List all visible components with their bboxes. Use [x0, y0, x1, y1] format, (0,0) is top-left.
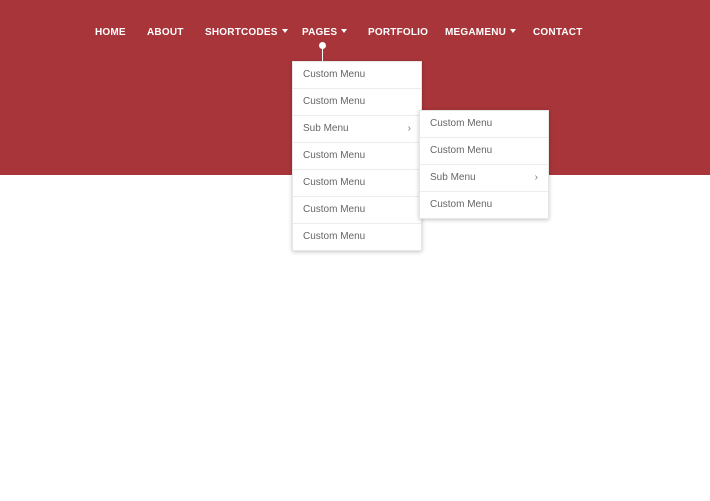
- submenu-item[interactable]: Custom Menu: [420, 192, 548, 218]
- dropdown-item[interactable]: Custom Menu: [293, 62, 421, 89]
- nav-item-shortcodes[interactable]: SHORTCODES: [205, 26, 288, 40]
- submenu-dropdown: Custom Menu Custom Menu Sub Menu › Custom…: [419, 110, 549, 219]
- dropdown-item-label: Custom Menu: [303, 69, 366, 80]
- nav-item-label: SHORTCODES: [205, 27, 278, 38]
- caret-down-icon: [510, 29, 517, 33]
- dropdown-item[interactable]: Custom Menu: [293, 170, 421, 197]
- dropdown-item-label: Custom Menu: [303, 231, 366, 242]
- dropdown-item[interactable]: Custom Menu: [293, 224, 421, 250]
- dropdown-item[interactable]: Custom Menu: [293, 89, 421, 116]
- caret-down-icon: [281, 29, 288, 33]
- main-nav: HOME ABOUT SHORTCODES PAGES PORTFOLIO ME…: [0, 0, 710, 64]
- submenu-item-label: Sub Menu: [430, 172, 476, 183]
- nav-item-label: PORTFOLIO: [368, 27, 429, 38]
- dropdown-item-label: Custom Menu: [303, 204, 366, 215]
- submenu-item[interactable]: Custom Menu: [420, 138, 548, 165]
- page: HOME ABOUT SHORTCODES PAGES PORTFOLIO ME…: [0, 0, 710, 501]
- dropdown-item-submenu[interactable]: Sub Menu ›: [293, 116, 421, 143]
- dropdown-item-label: Custom Menu: [303, 96, 366, 107]
- nav-item-home[interactable]: HOME: [95, 26, 126, 40]
- chevron-right-icon: ›: [407, 123, 411, 134]
- submenu-item-submenu[interactable]: Sub Menu ›: [420, 165, 548, 192]
- nav-item-label: MEGAMENU: [445, 27, 507, 38]
- nav-item-megamenu[interactable]: MEGAMENU: [445, 26, 517, 40]
- dropdown-item-label: Sub Menu: [303, 123, 349, 134]
- submenu-item-label: Custom Menu: [430, 145, 493, 156]
- dropdown-item-label: Custom Menu: [303, 177, 366, 188]
- active-indicator: [319, 42, 326, 62]
- nav-item-label: PAGES: [302, 27, 338, 38]
- chevron-right-icon: ›: [534, 172, 538, 183]
- indicator-stem: [322, 48, 323, 61]
- nav-item-label: HOME: [95, 27, 126, 38]
- dropdown-item[interactable]: Custom Menu: [293, 143, 421, 170]
- nav-item-label: CONTACT: [533, 27, 583, 38]
- submenu-item[interactable]: Custom Menu: [420, 111, 548, 138]
- nav-item-about[interactable]: ABOUT: [147, 26, 184, 40]
- dropdown-item[interactable]: Custom Menu: [293, 197, 421, 224]
- pages-dropdown: Custom Menu Custom Menu Sub Menu › Custom…: [292, 61, 422, 251]
- submenu-item-label: Custom Menu: [430, 118, 493, 129]
- nav-item-label: ABOUT: [147, 27, 184, 38]
- nav-item-portfolio[interactable]: PORTFOLIO: [368, 26, 428, 40]
- caret-down-icon: [341, 29, 348, 33]
- dropdown-item-label: Custom Menu: [303, 150, 366, 161]
- nav-item-pages[interactable]: PAGES: [302, 26, 348, 40]
- nav-item-contact[interactable]: CONTACT: [533, 26, 583, 40]
- submenu-item-label: Custom Menu: [430, 199, 493, 210]
